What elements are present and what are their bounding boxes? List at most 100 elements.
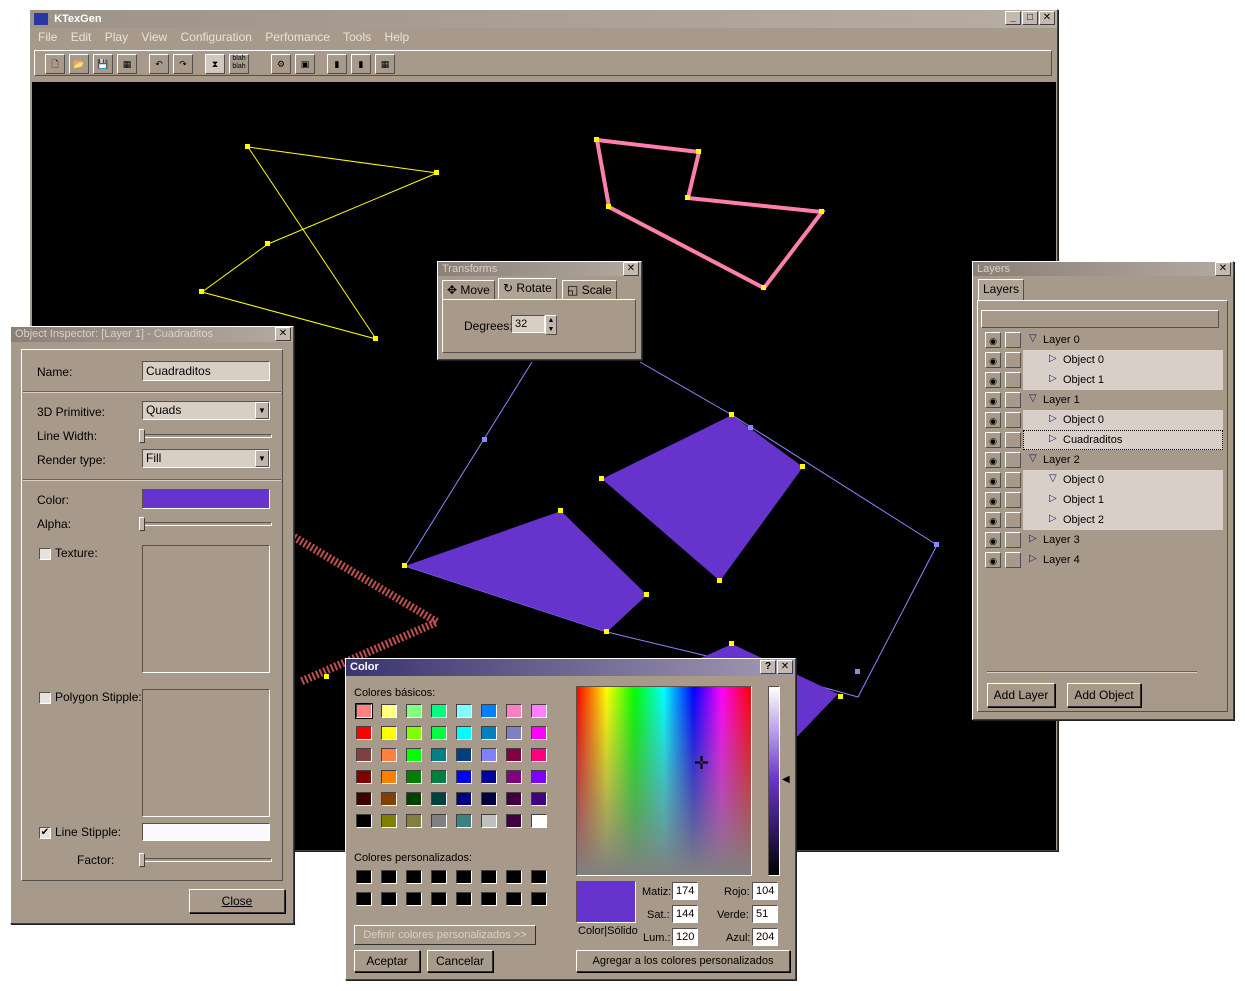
basic-color-swatch[interactable] <box>506 770 522 784</box>
expand-right-icon[interactable]: ▷ <box>1049 353 1057 364</box>
basic-color-swatch[interactable] <box>406 814 422 828</box>
green-input[interactable]: 51 <box>752 905 778 923</box>
layer-list-item[interactable]: ◉ ▷ Layer 3 <box>981 530 1221 550</box>
basic-color-swatch[interactable] <box>531 704 547 718</box>
texture-checkbox[interactable] <box>39 548 51 560</box>
layer-list-item[interactable]: ◉ ▷ Layer 4 <box>981 550 1221 570</box>
basic-color-swatch[interactable] <box>456 704 472 718</box>
menu-perfomance[interactable]: Perfomance <box>265 30 330 44</box>
chevron-down-icon[interactable]: ▼ <box>255 450 269 467</box>
eye-icon[interactable]: ◉ <box>985 552 1001 568</box>
eye-icon[interactable]: ◉ <box>985 452 1001 468</box>
plugin-icon[interactable]: ▣ <box>295 54 315 74</box>
custom-color-swatch[interactable] <box>481 870 497 884</box>
basic-color-swatch[interactable] <box>456 792 472 806</box>
alpha-thumb[interactable] <box>139 517 145 531</box>
page2-icon[interactable]: ▮ <box>351 54 371 74</box>
lock-toggle[interactable] <box>1005 412 1021 428</box>
menu-file[interactable]: File <box>38 30 57 44</box>
basic-color-swatch[interactable] <box>506 792 522 806</box>
basic-color-swatch[interactable] <box>481 792 497 806</box>
new-file-icon[interactable]: 🗋 <box>45 54 65 74</box>
lock-toggle[interactable] <box>1005 512 1021 528</box>
degrees-input[interactable]: 32 <box>511 315 545 333</box>
expand-down-icon[interactable]: ▽ <box>1029 333 1037 344</box>
expand-right-icon[interactable]: ▷ <box>1049 413 1057 424</box>
accept-button[interactable]: Aceptar <box>354 950 420 972</box>
eye-icon[interactable]: ◉ <box>985 352 1001 368</box>
expand-right-icon[interactable]: ▷ <box>1049 513 1057 524</box>
line-width-thumb[interactable] <box>139 429 145 443</box>
custom-color-swatch[interactable] <box>531 892 547 906</box>
color-spectrum[interactable] <box>576 686 752 876</box>
factor-slider[interactable] <box>139 853 272 867</box>
lock-toggle[interactable] <box>1005 372 1021 388</box>
lock-toggle[interactable] <box>1005 452 1021 468</box>
blue-input[interactable]: 204 <box>752 928 778 946</box>
eye-icon[interactable]: ◉ <box>985 532 1001 548</box>
chevron-down-icon[interactable]: ▼ <box>255 402 269 419</box>
basic-color-swatch[interactable] <box>481 770 497 784</box>
save-icon[interactable]: 💾 <box>93 54 113 74</box>
cancel-button[interactable]: Cancelar <box>427 950 493 972</box>
grid-icon[interactable]: ▦ <box>375 54 395 74</box>
custom-color-swatch[interactable] <box>431 892 447 906</box>
expand-down-icon[interactable]: ▽ <box>1029 453 1037 464</box>
basic-color-swatch[interactable] <box>431 726 447 740</box>
inspector-close-x[interactable]: ✕ <box>275 327 291 341</box>
basic-color-swatch[interactable] <box>356 770 372 784</box>
basic-color-swatch[interactable] <box>431 792 447 806</box>
settings-icon[interactable]: ⚙ <box>271 54 291 74</box>
custom-color-swatch[interactable] <box>456 870 472 884</box>
hue-input[interactable]: 174 <box>672 882 698 900</box>
red-input[interactable]: 104 <box>752 882 778 900</box>
custom-color-swatch[interactable] <box>406 892 422 906</box>
layer-list-item[interactable]: ◉ ▷ Cuadraditos <box>981 430 1223 450</box>
basic-color-swatch[interactable] <box>381 814 397 828</box>
add-custom-color-button[interactable]: Agregar a los colores personalizados <box>576 950 790 972</box>
line-stipple-field[interactable] <box>142 823 270 841</box>
add-object-button[interactable]: Add Object <box>1067 683 1141 707</box>
basic-color-swatch[interactable] <box>431 814 447 828</box>
tab-layers[interactable]: Layers <box>978 279 1025 300</box>
basic-color-swatch[interactable] <box>406 726 422 740</box>
layer-list-item[interactable]: ◉ ▷ Object 0 <box>981 350 1223 370</box>
eye-icon[interactable]: ◉ <box>985 392 1001 408</box>
timer-icon[interactable]: ⧗ <box>205 54 225 74</box>
expand-right-icon[interactable]: ▷ <box>1029 553 1037 564</box>
blah-icon[interactable]: blah blah <box>229 54 249 74</box>
custom-color-swatch[interactable] <box>381 870 397 884</box>
luminance-arrow-icon[interactable]: ◀ <box>782 774 790 785</box>
eye-icon[interactable]: ◉ <box>985 492 1001 508</box>
basic-color-swatch[interactable] <box>381 792 397 806</box>
layer-list-item[interactable]: ◉ ▽ Object 0 <box>981 470 1223 490</box>
custom-color-swatch[interactable] <box>456 892 472 906</box>
basic-color-swatch[interactable] <box>456 814 472 828</box>
color-swatch[interactable] <box>142 489 270 509</box>
basic-color-swatch[interactable] <box>531 748 547 762</box>
layer-list-item[interactable]: ◉ ▽ Layer 0 <box>981 330 1221 350</box>
tab-scale[interactable]: ◱ Scale <box>562 280 617 299</box>
expand-right-icon[interactable]: ▷ <box>1049 433 1057 444</box>
layer-list-item[interactable]: ◉ ▷ Object 0 <box>981 410 1223 430</box>
custom-color-swatch[interactable] <box>406 870 422 884</box>
redo-icon[interactable]: ↷ <box>173 54 193 74</box>
menu-play[interactable]: Play <box>105 30 128 44</box>
sat-input[interactable]: 144 <box>672 905 698 923</box>
custom-color-swatch[interactable] <box>356 892 372 906</box>
alpha-slider[interactable] <box>139 517 272 531</box>
lock-toggle[interactable] <box>1005 352 1021 368</box>
lock-toggle[interactable] <box>1005 552 1021 568</box>
menu-tools[interactable]: Tools <box>343 30 371 44</box>
line-width-slider[interactable] <box>139 429 272 443</box>
primitive-select[interactable]: Quads ▼ <box>142 401 270 420</box>
expand-down-icon[interactable]: ▽ <box>1029 393 1037 404</box>
lock-toggle[interactable] <box>1005 392 1021 408</box>
basic-color-swatch[interactable] <box>531 726 547 740</box>
basic-color-swatch[interactable] <box>406 748 422 762</box>
basic-color-swatch[interactable] <box>406 770 422 784</box>
expand-down-icon[interactable]: ▽ <box>1049 473 1057 484</box>
basic-color-swatch[interactable] <box>355 703 373 719</box>
eye-icon[interactable]: ◉ <box>985 432 1001 448</box>
maximize-button[interactable]: □ <box>1022 11 1038 25</box>
